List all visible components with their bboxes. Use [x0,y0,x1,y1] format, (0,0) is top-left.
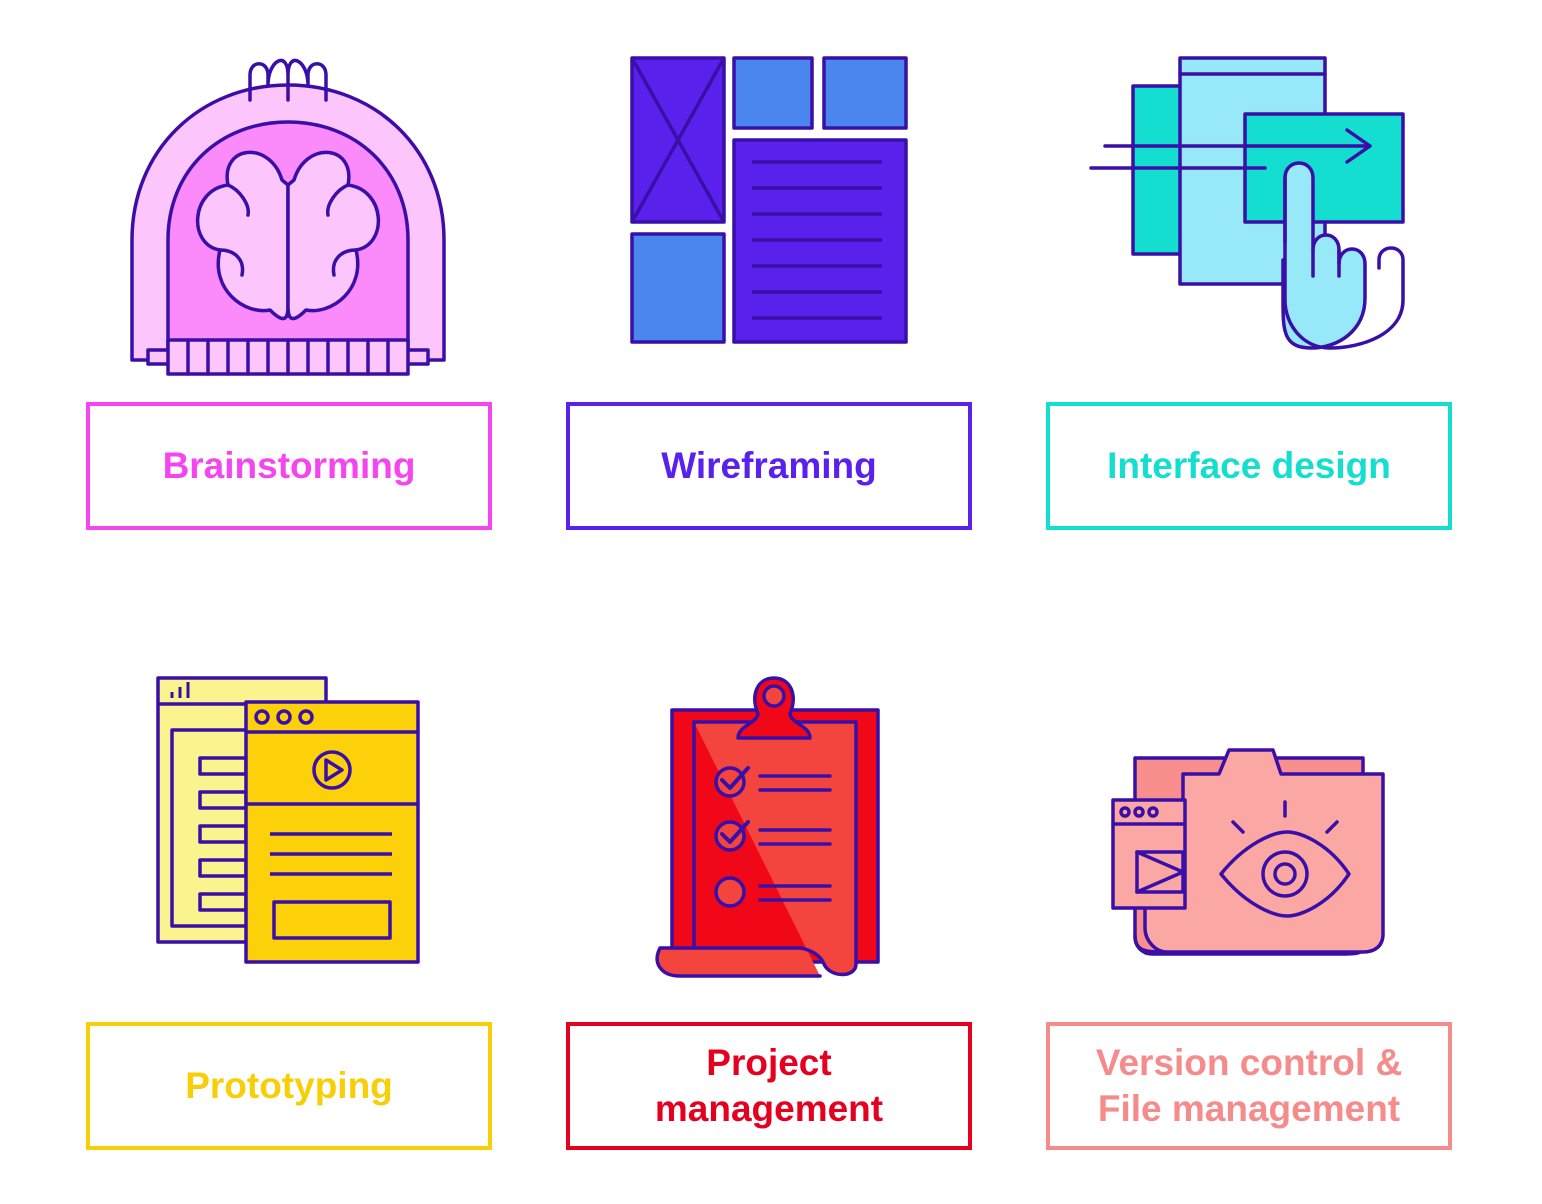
brainstorming-label-text: Brainstorming [162,444,416,486]
project-management-label-line-1: Project [706,1041,832,1083]
version-control-label-line-1: Version control & [1095,1041,1403,1083]
interface-design-label-text: Interface design [1107,444,1391,486]
touch-screens-icon [1089,56,1405,350]
clipboard-checklist-icon [655,676,880,978]
prototyping-label-text: Prototyping [185,1064,393,1106]
version-control-label-line-2: File management [1097,1088,1401,1129]
wireframing-label: Wireframing [566,402,972,530]
interface-design-label: Interface design [1046,402,1452,530]
wireframe-grid-icon [630,56,908,344]
prototype-windows-icon [156,676,420,964]
brain-dome-icon [130,58,446,376]
prototyping-label: Prototyping [86,1022,492,1150]
project-management-label-line-2: management [654,1088,884,1129]
version-control-label: Version control & File management [1046,1022,1452,1150]
project-management-label: Project management [566,1022,972,1150]
folder-eye-icon [1111,748,1385,956]
brainstorming-label: Brainstorming [86,402,492,530]
wireframing-label-text: Wireframing [661,444,877,486]
